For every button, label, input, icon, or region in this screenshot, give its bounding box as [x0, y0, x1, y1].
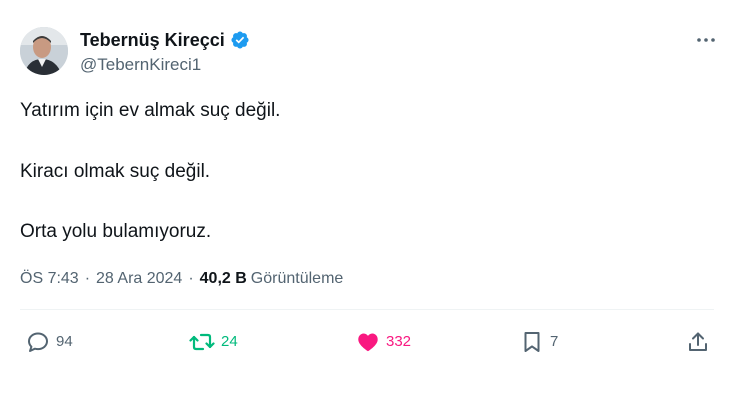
display-name-text: Tebernüş Kireçci	[80, 30, 225, 50]
reply-button[interactable]: 94	[26, 330, 73, 354]
bookmark-count: 7	[550, 333, 559, 350]
tweet-text-line: Orta yolu bulamıyoruz.	[20, 221, 212, 242]
divider	[20, 309, 714, 310]
retweet-button[interactable]: 24	[189, 330, 238, 354]
views-label: Görüntüleme	[250, 270, 344, 287]
heart-icon	[356, 330, 380, 354]
user-handle[interactable]: @TebernKireci1	[80, 55, 201, 75]
reply-icon	[26, 330, 50, 354]
display-name[interactable]: Tebernüş Kireçci	[80, 30, 250, 50]
retweet-count: 24	[221, 333, 238, 350]
bookmark-icon	[520, 330, 544, 354]
reply-count: 94	[56, 333, 73, 350]
more-options-icon[interactable]	[694, 30, 718, 50]
views-count[interactable]: 40,2 B	[200, 268, 247, 290]
tweet-text-line: Yatırım için ev almak suç değil.	[20, 100, 281, 121]
bookmark-button[interactable]: 7	[520, 330, 558, 354]
share-icon	[686, 330, 710, 354]
like-count: 332	[386, 333, 412, 350]
tweet-text-line: Kiracı olmak suç değil.	[20, 161, 211, 182]
retweet-icon	[189, 330, 215, 354]
share-button[interactable]	[686, 330, 710, 354]
tweet-meta: ÖS 7:43 · 28 Ara 2024 · 40,2 B Görüntüle…	[20, 268, 343, 290]
tweet-time[interactable]: ÖS 7:43	[20, 268, 79, 290]
avatar[interactable]	[20, 27, 68, 75]
tweet-date[interactable]: 28 Ara 2024	[96, 268, 182, 290]
meta-separator: ·	[84, 270, 91, 287]
tweet-card: Tebernüş Kireçci @TebernKireci1 Yatırım …	[0, 0, 730, 420]
verified-badge-icon[interactable]	[230, 30, 250, 50]
meta-separator: ·	[188, 270, 194, 287]
like-button[interactable]: 332	[356, 330, 411, 354]
